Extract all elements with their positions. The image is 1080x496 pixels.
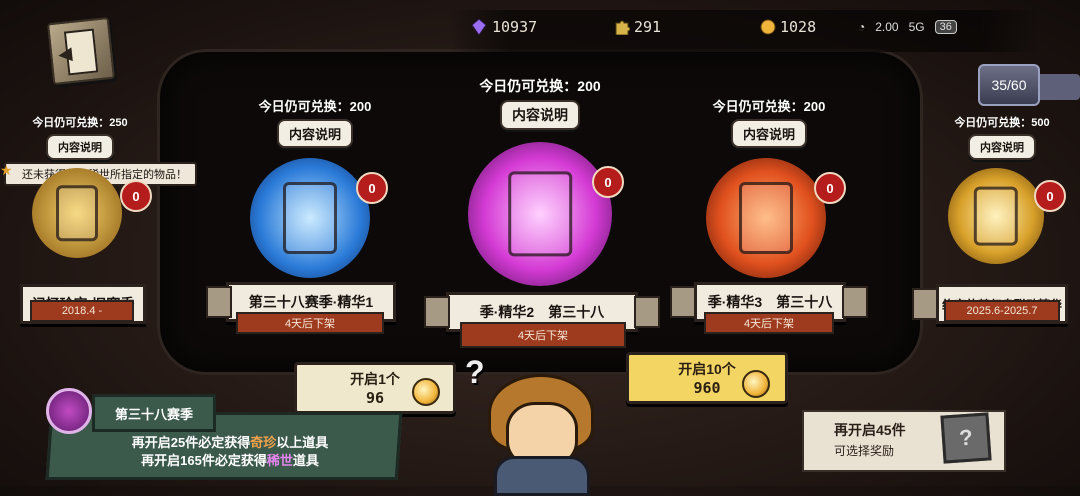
resource-puzzle[interactable]: 291 bbox=[614, 18, 661, 36]
back-arrow-icon: ◀ bbox=[57, 43, 74, 65]
mystery-reward-icon[interactable]: ? bbox=[940, 412, 992, 464]
info-button[interactable]: 内容说明 bbox=[968, 134, 1036, 160]
open-one-cost: 96 bbox=[365, 389, 385, 407]
wifi-icon: ◔ bbox=[858, 20, 866, 34]
rarity-legendary: 稀世 bbox=[266, 453, 293, 468]
progress-counter: 35/60 bbox=[978, 64, 1040, 106]
battery-icon: 36 bbox=[934, 20, 957, 34]
card-subtitle: 4天后下架 bbox=[704, 312, 834, 334]
lightbulb-icon bbox=[412, 378, 440, 406]
count-badge: 0 bbox=[356, 172, 388, 204]
ribbon-tail bbox=[912, 288, 938, 320]
essence-card-3[interactable]: 今日仍可兑换：200 内容说明 bbox=[694, 96, 844, 148]
guarantee-text: 再开启25件必定获得 bbox=[131, 435, 251, 450]
reward-remaining: 再开启45件 bbox=[834, 422, 906, 438]
count-badge: 0 bbox=[120, 180, 152, 212]
info-button[interactable]: 内容说明 bbox=[276, 119, 353, 148]
puzzle-count: 291 bbox=[634, 18, 662, 36]
count-badge: 0 bbox=[1034, 180, 1066, 212]
resource-crystal[interactable]: 10937 bbox=[471, 18, 538, 36]
info-button[interactable]: 内容说明 bbox=[730, 119, 807, 148]
essence-card-2[interactable]: 今日仍可兑换：200 内容说明 bbox=[460, 76, 620, 130]
system-status: ◔ 2.00 5G 36 bbox=[858, 20, 957, 34]
redeem-limit: 今日仍可兑换：250 bbox=[32, 117, 128, 129]
card-subtitle: 4天后下架 bbox=[460, 322, 626, 348]
back-button[interactable]: ◀ bbox=[46, 16, 116, 86]
ribbon-tail bbox=[424, 296, 450, 328]
essence-medal[interactable] bbox=[250, 158, 370, 278]
resource-coin[interactable]: 1028 bbox=[760, 18, 816, 36]
essence-emblem-icon bbox=[973, 186, 1019, 246]
puzzle-piece-icon bbox=[614, 19, 631, 36]
ribbon-tail bbox=[670, 286, 696, 318]
season-emblem-icon bbox=[46, 388, 92, 434]
guarantee-line-2: 再开启165件必定获得稀世道具 bbox=[60, 450, 400, 469]
guarantee-text: 以上道具 bbox=[276, 435, 329, 450]
redeem-limit: 今日仍可兑换：500 bbox=[954, 117, 1050, 129]
guarantee-text: 道具 bbox=[292, 453, 319, 468]
open-ten-label: 开启10个 bbox=[678, 361, 736, 377]
ribbon-tail bbox=[842, 286, 868, 318]
essence-medal[interactable] bbox=[706, 158, 826, 278]
redeem-limit: 今日仍可兑换：200 bbox=[712, 99, 826, 114]
essence-emblem-icon bbox=[283, 182, 337, 254]
card-subtitle: 2025.6-2025.7 bbox=[944, 300, 1060, 322]
star-icon: ★ bbox=[0, 162, 13, 178]
reward-hint: 可选择奖励 bbox=[834, 444, 895, 458]
info-button[interactable]: 内容说明 bbox=[500, 100, 580, 130]
mascot-character bbox=[480, 370, 598, 496]
essence-emblem-icon bbox=[739, 182, 793, 254]
redeem-limit: 今日仍可兑换：200 bbox=[479, 78, 601, 94]
crystal-count: 10937 bbox=[492, 18, 538, 36]
essence-card-old-season[interactable]: 今日仍可兑换：250 内容说明 bbox=[20, 114, 140, 160]
info-button[interactable]: 内容说明 bbox=[46, 134, 114, 160]
essence-medal[interactable] bbox=[948, 168, 1044, 264]
network-label: 5G bbox=[908, 20, 925, 34]
season-title: 第三十八赛季 bbox=[92, 394, 216, 432]
count-badge: 0 bbox=[814, 172, 846, 204]
card-subtitle: 2018.4 - bbox=[30, 300, 134, 322]
essence-medal[interactable] bbox=[468, 142, 612, 286]
guarantee-line-1: 再开启25件必定获得奇珍以上道具 bbox=[60, 432, 400, 451]
ribbon-tail bbox=[634, 296, 660, 328]
essence-emblem-icon bbox=[508, 171, 572, 257]
open-ten-cost: 960 bbox=[693, 379, 721, 397]
purple-crystal-icon bbox=[471, 18, 487, 36]
essence-emblem-icon bbox=[56, 185, 98, 241]
redeem-limit: 今日仍可兑换：200 bbox=[258, 99, 372, 114]
lightbulb-icon bbox=[742, 370, 770, 398]
essence-card-collab[interactable]: 今日仍可兑换：500 内容说明 bbox=[932, 114, 1072, 160]
essence-card-1[interactable]: 今日仍可兑换：200 内容说明 bbox=[240, 96, 390, 148]
guarantee-text: 再开启165件必定获得 bbox=[141, 453, 267, 468]
coin-count: 1028 bbox=[780, 18, 817, 36]
essence-medal[interactable] bbox=[32, 168, 122, 258]
gold-coin-icon bbox=[760, 19, 776, 35]
open-one-label: 开启1个 bbox=[350, 371, 400, 387]
character-body bbox=[494, 456, 590, 496]
card-subtitle: 4天后下架 bbox=[236, 312, 384, 334]
ribbon-tail bbox=[206, 286, 232, 318]
rarity-rare: 奇珍 bbox=[250, 435, 277, 450]
status-text: 2.00 bbox=[875, 20, 899, 34]
count-badge: 0 bbox=[592, 166, 624, 198]
